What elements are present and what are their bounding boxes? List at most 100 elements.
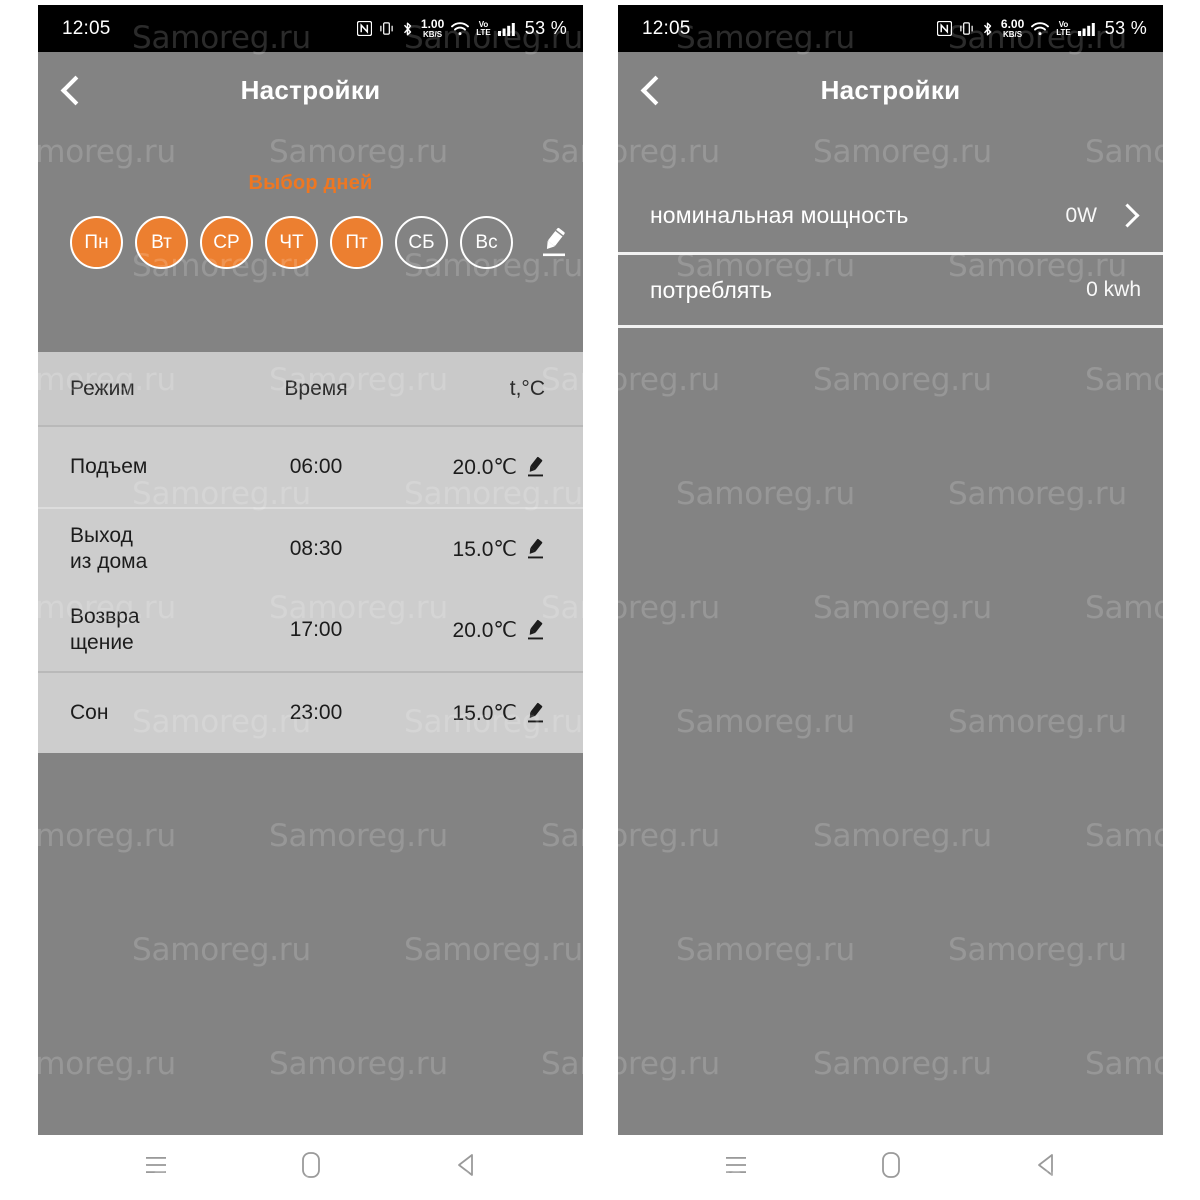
day-chip-sun[interactable]: Вс [460, 216, 513, 269]
settings-list: номинальная мощность 0W потреблять 0 kwh [618, 179, 1163, 325]
status-bar: 12:05 6.00 KB/S Vo LTE 53 % [618, 5, 1163, 52]
app-bar: Настройки [38, 52, 583, 128]
back-button[interactable] [436, 1143, 496, 1187]
watermark-text: Samoreg.ru [0, 476, 39, 512]
recents-button[interactable] [126, 1143, 186, 1187]
status-bar-icons: 1.00 KB/S Vo LTE 53 % [356, 18, 567, 39]
data-rate-unit: KB/S [423, 30, 443, 39]
recents-menu-icon [725, 1157, 746, 1173]
data-rate-icon: 6.00 KB/S [1001, 18, 1024, 39]
day-chip-tue[interactable]: Вт [135, 216, 188, 269]
battery-percent-label: 53 % [1104, 18, 1147, 38]
chevron-left-icon [62, 75, 79, 105]
bluetooth-icon [401, 21, 414, 37]
row-temp-cell[interactable]: 15.0℃ [386, 537, 583, 562]
day-selector-panel: Выбор дней Пн Вт СР ЧТ Пт СБ Вс [38, 128, 583, 352]
table-row[interactable]: Возвра щение 17:00 20.0℃ [38, 589, 583, 671]
recents-button[interactable] [706, 1143, 766, 1187]
row-temp-cell[interactable]: 20.0℃ [386, 455, 583, 480]
day-chip-sat[interactable]: СБ [395, 216, 448, 269]
watermark-text: Samoreg.ru [0, 248, 39, 284]
row-mode-label: Возвра щение [38, 604, 246, 655]
pencil-icon[interactable] [526, 456, 545, 479]
chevron-left-icon [642, 75, 659, 105]
row-time-value[interactable]: 08:30 [246, 537, 386, 561]
chevron-right-icon [1113, 207, 1141, 224]
home-button[interactable] [861, 1143, 921, 1187]
status-bar-clock: 12:05 [62, 17, 111, 39]
volte-icon: Vo LTE [476, 20, 491, 37]
day-chip-fri[interactable]: Пт [330, 216, 383, 269]
table-row[interactable]: Сон 23:00 15.0℃ [38, 671, 583, 753]
table-row[interactable]: Выход из дома 08:30 15.0℃ [38, 507, 583, 589]
watermark-text: Samoreg.ru [0, 704, 39, 740]
row-time-value[interactable]: 23:00 [246, 701, 386, 725]
page-title: Настройки [240, 74, 381, 105]
row-temp-cell[interactable]: 15.0℃ [386, 701, 583, 726]
home-button[interactable] [281, 1143, 341, 1187]
row-temp-value: 15.0℃ [452, 537, 517, 561]
system-navigation-bar [618, 1135, 1163, 1195]
back-triangle-icon [1037, 1154, 1053, 1176]
day-chip-thu[interactable]: ЧТ [265, 216, 318, 269]
left-phone-screen: 12:05 1.00 KB/S Vo LTE 53 % Настройки Вы… [38, 5, 583, 1195]
column-header-temp: t,°C [509, 376, 545, 400]
row-mode-line2: щение [70, 631, 134, 654]
day-chip-mon[interactable]: Пн [70, 216, 123, 269]
row-temp-value: 20.0℃ [452, 455, 517, 479]
right-screen-body: Настройки номинальная мощность 0W потреб… [618, 52, 1163, 1135]
pencil-icon[interactable] [526, 619, 545, 642]
volte-bottom-label: LTE [1056, 27, 1071, 37]
settings-row-rated-power[interactable]: номинальная мощность 0W [618, 179, 1163, 252]
bluetooth-icon [981, 21, 994, 37]
edit-days-button[interactable] [537, 223, 571, 263]
day-selector-row: Пн Вт СР ЧТ Пт СБ Вс [38, 195, 583, 269]
watermark-text: Samoreg.ru [0, 20, 39, 56]
day-selector-label: Выбор дней [248, 172, 373, 194]
status-bar: 12:05 1.00 KB/S Vo LTE 53 % [38, 5, 583, 52]
row-mode-label: Сон [70, 701, 109, 725]
row-mode-line1: Возвра [70, 605, 140, 629]
right-phone-screen: 12:05 6.00 KB/S Vo LTE 53 % Настройки но… [618, 5, 1163, 1195]
schedule-table: Режим Время t,°C Подъем 06:00 20.0℃ Выхо… [38, 352, 583, 753]
row-time-value[interactable]: 06:00 [246, 455, 386, 479]
system-navigation-bar [38, 1135, 583, 1195]
pencil-icon[interactable] [526, 538, 545, 561]
row-mode-line1: Выход [70, 524, 133, 548]
empty-content-area [618, 328, 1163, 1135]
row-temp-value: 15.0℃ [452, 701, 517, 725]
row-time-value[interactable]: 17:00 [246, 618, 386, 642]
data-rate-icon: 1.00 KB/S [421, 18, 444, 39]
left-screen-body: Настройки Выбор дней Пн Вт СР ЧТ Пт СБ В… [38, 52, 583, 1135]
vibrate-icon [379, 21, 394, 36]
back-button[interactable] [1016, 1143, 1076, 1187]
column-header-mode: Режим [70, 376, 135, 400]
home-icon [881, 1152, 900, 1178]
settings-row-label: номинальная мощность [650, 202, 909, 228]
back-button[interactable] [618, 75, 682, 105]
vibrate-icon [959, 21, 974, 36]
back-button[interactable] [38, 75, 102, 105]
day-chip-wed[interactable]: СР [200, 216, 253, 269]
column-header-time: Время [284, 376, 348, 400]
table-row[interactable]: Подъем 06:00 20.0℃ [38, 425, 583, 507]
row-mode-label: Подъем [70, 455, 148, 479]
volte-bottom-label: LTE [476, 27, 491, 37]
battery-percent-label: 53 % [524, 18, 567, 38]
wifi-icon [1031, 21, 1050, 36]
pencil-icon[interactable] [526, 702, 545, 725]
empty-content-area [38, 753, 583, 1135]
page-title: Настройки [820, 74, 961, 105]
settings-row-consumption[interactable]: потреблять 0 kwh [618, 252, 1163, 325]
watermark-text: Samoreg.ru [0, 932, 39, 968]
row-mode-label: Выход из дома [38, 523, 246, 574]
watermark-text: Samoreg.ru [0, 1160, 39, 1196]
app-bar: Настройки [618, 52, 1163, 128]
pencil-icon [543, 227, 565, 256]
data-rate-unit: KB/S [1003, 30, 1023, 39]
row-temp-cell[interactable]: 20.0℃ [386, 618, 583, 643]
cellular-signal-icon [1077, 22, 1097, 36]
table-header-row: Режим Время t,°C [38, 352, 583, 425]
row-mode-line2: из дома [70, 550, 148, 573]
wifi-icon [451, 21, 470, 36]
